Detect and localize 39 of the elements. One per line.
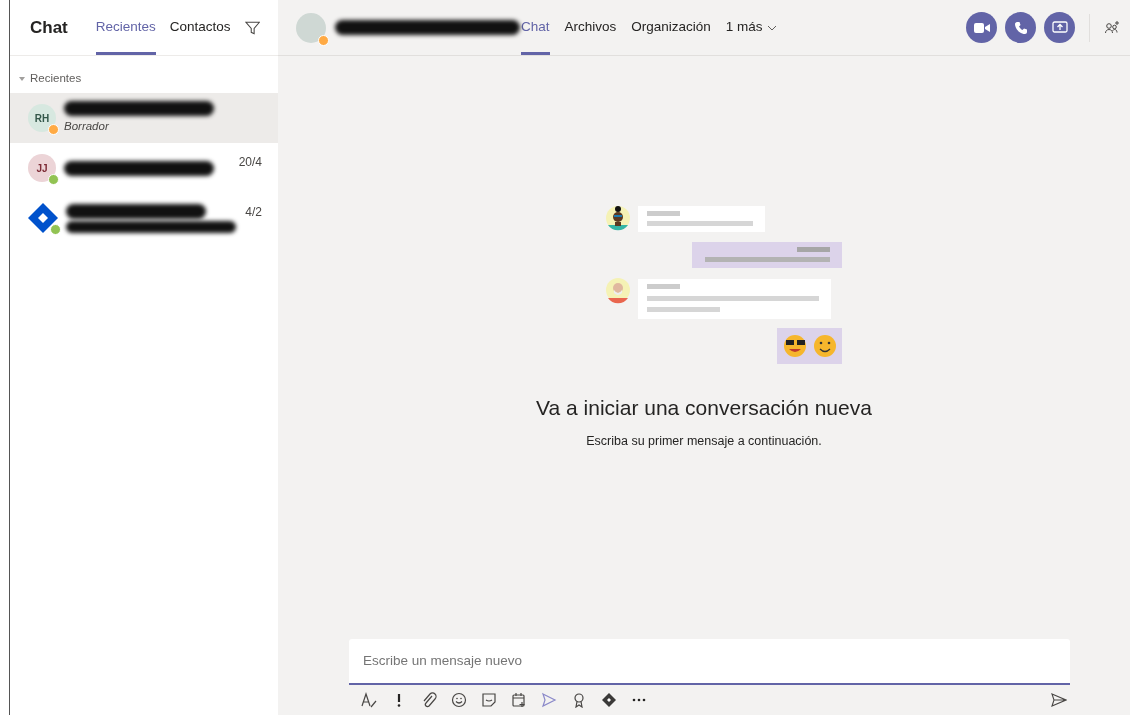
chat-item[interactable]: 4/2 bbox=[10, 193, 278, 244]
tab[interactable]: Archivos bbox=[564, 0, 617, 55]
sticker-icon bbox=[481, 692, 497, 708]
empty-state-subtitle: Escriba su primer mensaje a continuación. bbox=[586, 432, 822, 450]
diamond-icon bbox=[601, 692, 617, 708]
phone-icon bbox=[1013, 20, 1028, 35]
ribbon-icon bbox=[571, 692, 587, 708]
tab[interactable]: Contactos bbox=[169, 0, 231, 55]
tab[interactable]: 1 más bbox=[725, 0, 777, 55]
send-icon bbox=[1051, 692, 1067, 708]
chevron-down-icon bbox=[766, 23, 777, 32]
paperclip-icon bbox=[421, 692, 437, 708]
send-outline-icon bbox=[541, 692, 557, 708]
chat-date: 4/2 bbox=[245, 204, 262, 222]
sidebar-title: Chat bbox=[30, 16, 68, 39]
empty-state-title: Va a iniciar una conversación nueva bbox=[536, 395, 872, 422]
avatar: JJ bbox=[28, 154, 56, 183]
calendar-icon bbox=[511, 692, 527, 708]
tab[interactable]: Organización bbox=[631, 0, 711, 55]
video-call-button[interactable] bbox=[966, 12, 997, 43]
chat-item[interactable]: JJ 20/4 bbox=[10, 143, 278, 194]
avatar: RH bbox=[28, 104, 56, 133]
audio-call-button[interactable] bbox=[1005, 12, 1036, 43]
share-screen-icon bbox=[1051, 20, 1068, 35]
video-camera-icon bbox=[973, 21, 990, 34]
tab[interactable]: Recientes bbox=[95, 0, 156, 55]
tab[interactable]: Chat bbox=[521, 0, 550, 55]
emoji-icon bbox=[451, 692, 467, 708]
chat-date: 20/4 bbox=[238, 154, 262, 172]
section-label: Recientes bbox=[30, 71, 82, 86]
bot-logo-icon bbox=[28, 203, 58, 234]
chat-item[interactable]: RH Borrador bbox=[10, 93, 278, 144]
chat-preview: Borrador bbox=[64, 119, 110, 135]
filter-icon[interactable] bbox=[244, 19, 260, 36]
add-people-icon[interactable] bbox=[1104, 19, 1120, 36]
caret-icon[interactable] bbox=[18, 74, 26, 83]
message-input[interactable]: Escribe un mensaje nuevo bbox=[349, 638, 1070, 685]
format-icon bbox=[361, 692, 377, 708]
share-screen-button[interactable] bbox=[1044, 12, 1075, 43]
